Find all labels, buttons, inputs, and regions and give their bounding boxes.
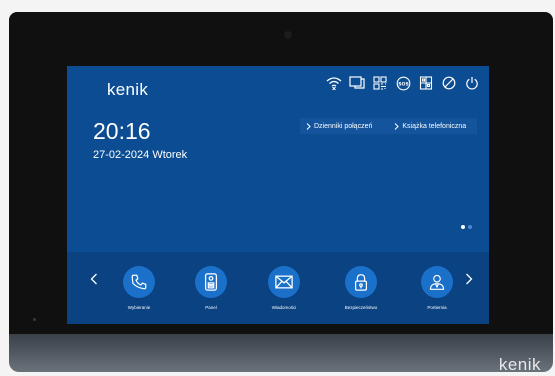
security-app-circle	[345, 266, 377, 298]
dial-app-label: Wybieranie	[127, 305, 151, 310]
clock-date: 27-02-2024 Wtorek	[93, 149, 188, 161]
chevron-left-icon	[90, 273, 97, 285]
page-indicator	[461, 225, 475, 229]
device-bottom-bar	[9, 334, 553, 372]
panel-app-label: Panel	[205, 305, 217, 310]
camera-lens	[284, 31, 292, 39]
call-log-label: Dzienniki połączeń	[314, 122, 373, 130]
messages-app-button[interactable]: Wiadomości	[252, 266, 316, 324]
phonebook-label: Książka telefoniczna	[402, 122, 467, 130]
panel-app-button[interactable]: Panel	[179, 266, 243, 324]
phone-icon	[131, 274, 147, 290]
clock-time: 20:16	[93, 118, 151, 144]
chevron-right-icon	[466, 273, 473, 285]
quick-links-bar: Dzienniki połączeń Książka telefoniczna	[300, 118, 477, 134]
door-station-icon	[204, 273, 218, 291]
qr-code-icon[interactable]	[369, 73, 391, 93]
intercom-monitor: kenik kenik SOS 20:16 27-02-2024 Wtorek …	[0, 0, 555, 376]
door-icon[interactable]	[415, 73, 437, 93]
wifi-off-icon[interactable]	[323, 73, 345, 93]
concierge-app-circle	[421, 266, 453, 298]
chevron-right-icon	[395, 122, 400, 130]
lock-icon	[354, 274, 368, 291]
page-dot-active[interactable]	[461, 225, 465, 229]
security-app-label: Bezpieczeństwo	[344, 305, 378, 310]
security-app-button[interactable]: Bezpieczeństwo	[329, 266, 393, 324]
concierge-icon	[429, 274, 445, 290]
power-icon[interactable]	[461, 73, 483, 93]
app-dock: Wybieranie Panel Wiadomości Bezpieczeńst…	[67, 252, 489, 324]
dock-prev-button[interactable]	[90, 272, 98, 288]
envelope-icon	[275, 275, 293, 289]
chevron-right-icon	[306, 122, 311, 130]
messages-app-label: Wiadomości	[271, 305, 297, 310]
messages-app-circle	[268, 266, 300, 298]
phonebook-link[interactable]: Książka telefoniczna	[388, 123, 466, 130]
dial-app-button[interactable]: Wybieranie	[107, 266, 171, 324]
device-brand-logo: kenik	[498, 355, 541, 374]
concierge-app-button[interactable]: Portiernia	[405, 266, 469, 324]
do-not-disturb-icon[interactable]	[438, 73, 460, 93]
status-bar: SOS	[322, 73, 483, 93]
svg-text:SOS: SOS	[398, 81, 409, 87]
call-log-link[interactable]: Dzienniki połączeń	[300, 123, 372, 130]
screen-brand-logo: kenik	[107, 80, 149, 99]
dock-next-button[interactable]	[465, 272, 473, 288]
panel-app-circle	[195, 266, 227, 298]
dial-app-circle	[123, 266, 155, 298]
page-dot[interactable]	[468, 225, 472, 229]
touch-screen: kenik SOS 20:16 27-02-2024 Wtorek Dzienn…	[67, 66, 489, 324]
sos-icon[interactable]: SOS	[392, 73, 414, 93]
concierge-app-label: Portiernia	[427, 305, 447, 310]
microphone-hole	[33, 318, 36, 321]
monitor-icon[interactable]	[346, 73, 368, 93]
